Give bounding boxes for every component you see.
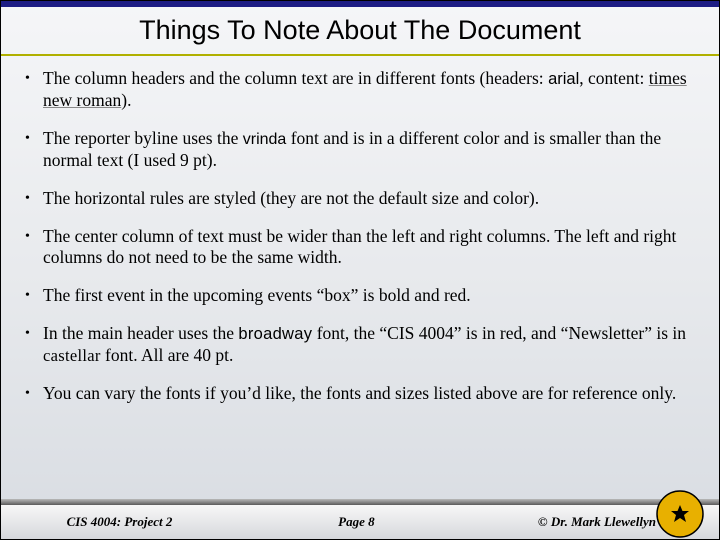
bullet-icon: • (25, 323, 43, 343)
bullet-text: In the main header uses the broadway fon… (43, 323, 695, 367)
bullet-text: The reporter byline uses the vrinda font… (43, 128, 695, 172)
bullet-text: The first event in the upcoming events “… (43, 285, 695, 307)
font-sample-vrinda: vrinda (243, 131, 287, 148)
font-sample-arial: arial (548, 70, 579, 88)
list-item: • You can vary the fonts if you’d like, … (41, 383, 695, 405)
list-item: • The center column of text must be wide… (41, 226, 695, 270)
font-sample-broadway: broadway (238, 325, 312, 343)
slide-title: Things To Note About The Document (1, 15, 719, 46)
footer-row: CIS 4004: Project 2 Page 8 © Dr. Mark Ll… (1, 505, 719, 539)
list-item: • In the main header uses the broadway f… (41, 323, 695, 367)
bullet-list: • The column headers and the column text… (1, 68, 719, 405)
top-accent-bar (1, 1, 719, 7)
list-item: • The first event in the upcoming events… (41, 285, 695, 307)
bullet-text: The center column of text must be wider … (43, 226, 695, 270)
footer: CIS 4004: Project 2 Page 8 © Dr. Mark Ll… (1, 499, 719, 539)
bullet-text: The horizontal rules are styled (they ar… (43, 188, 695, 210)
list-item: • The reporter byline uses the vrinda fo… (41, 128, 695, 172)
footer-page: Page 8 (238, 514, 475, 530)
footer-course: CIS 4004: Project 2 (1, 514, 238, 530)
bullet-icon: • (25, 285, 43, 305)
bullet-text: You can vary the fonts if you’d like, th… (43, 383, 695, 405)
bullet-icon: • (25, 128, 43, 148)
bullet-icon: • (25, 188, 43, 208)
bullet-icon: • (25, 383, 43, 403)
bullet-text: The column headers and the column text a… (43, 68, 695, 112)
font-sample-castellar: castellar (43, 346, 101, 365)
bullet-icon: • (25, 226, 43, 246)
ucf-logo-icon (655, 489, 705, 539)
title-underline (1, 54, 719, 56)
bullet-icon: • (25, 68, 43, 88)
list-item: • The horizontal rules are styled (they … (41, 188, 695, 210)
list-item: • The column headers and the column text… (41, 68, 695, 112)
